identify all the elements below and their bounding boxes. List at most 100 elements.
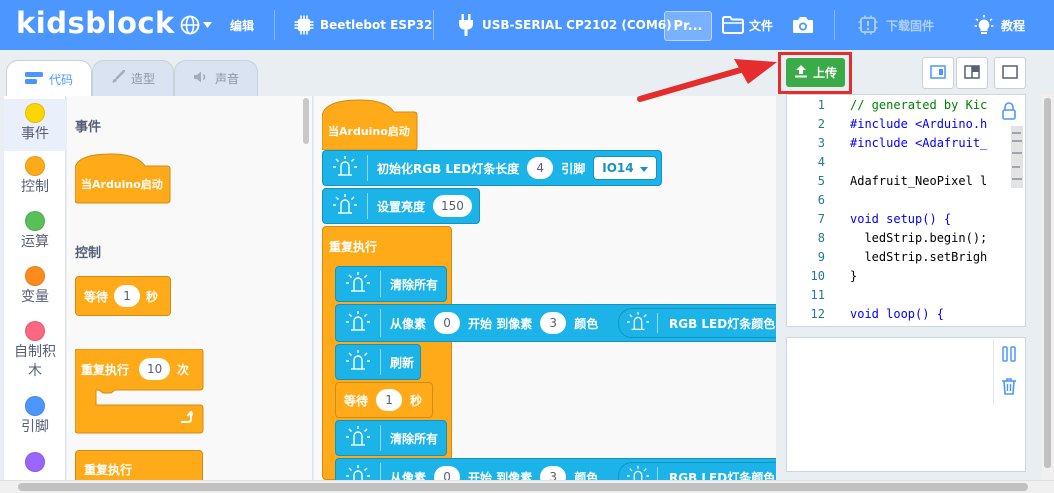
line-number: 8	[817, 231, 825, 245]
code-line: void loop() {	[850, 307, 944, 321]
strip-length-input[interactable]: 4	[527, 157, 554, 179]
port-selector[interactable]: USB-SERIAL CP2102 (COM6)	[458, 0, 672, 50]
palette-hat-block[interactable]: 当Arduino启动	[74, 148, 171, 208]
file-menu-label: 文件	[749, 18, 774, 33]
led-icon	[625, 311, 651, 336]
tab-costumes-label: 造型	[130, 72, 155, 86]
project-title-input[interactable]: Pr...	[664, 11, 712, 41]
board-name: Beetlebot ESP32	[320, 18, 433, 32]
led-icon	[331, 155, 359, 182]
init-led-strip-block[interactable]: 初始化RGB LED灯条长度 4 引脚 IO14	[322, 150, 662, 186]
serial-monitor[interactable]	[786, 337, 1026, 472]
pin-dropdown[interactable]: IO14	[593, 156, 657, 180]
tab-code[interactable]: 代码	[6, 60, 92, 97]
brightness-input[interactable]: 150	[433, 195, 472, 217]
repeat-unit: 次	[177, 363, 190, 377]
chevron-down-icon	[203, 22, 212, 28]
led-strip-color-label: RGB LED灯条颜色	[669, 470, 776, 481]
horizontal-scroll-thumb[interactable]	[18, 483, 1028, 491]
line-number-gutter: 1 2 3 4 5 6 7 8 9 10 11 12	[787, 95, 839, 326]
palette-scrollbar[interactable]	[303, 98, 309, 144]
tab-sounds-label: 声音	[214, 72, 239, 86]
led-icon	[331, 193, 359, 220]
led-strip-color-reporter[interactable]: RGB LED灯条颜色	[618, 308, 776, 338]
firmware-icon	[858, 15, 878, 35]
icon-divider	[657, 467, 658, 480]
color-label: 颜色	[574, 316, 599, 331]
category-color-dot	[25, 211, 45, 231]
edit-menu[interactable]: 编辑	[230, 0, 254, 50]
code-editor[interactable]: 1 2 3 4 5 6 7 8 9 10 11 12 // generated …	[786, 94, 1026, 327]
code-line: ledStrip.setBrigh	[850, 250, 988, 264]
icon-divider	[380, 349, 381, 375]
file-menu[interactable]: 文件	[722, 0, 773, 50]
camera-button[interactable]	[792, 0, 814, 50]
from-pixel-input[interactable]: 0	[434, 312, 461, 334]
line-number: 3	[817, 136, 825, 150]
repeat-value[interactable]: 10	[139, 358, 171, 380]
annotation-arrow	[636, 58, 780, 108]
wait-unit: 秒	[410, 393, 423, 408]
board-selector[interactable]: Beetlebot ESP32	[294, 0, 433, 50]
hat-block-arduino-start[interactable]: 当Arduino启动	[321, 98, 418, 154]
category-my-blocks[interactable]: 自制积木	[4, 319, 66, 387]
line-number: 2	[817, 117, 825, 131]
category-label: 自制积木	[14, 344, 56, 379]
wait-seconds-input[interactable]: 1	[376, 389, 403, 411]
app-logo: kidsblock	[16, 6, 175, 40]
category-label: 引脚	[21, 419, 49, 435]
tab-costumes[interactable]: 造型	[92, 60, 174, 96]
wait-block[interactable]: 等待 1 秒	[335, 382, 433, 418]
palette-hat-label: 当Arduino启动	[81, 178, 163, 191]
set-brightness-block[interactable]: 设置亮度 150	[322, 188, 480, 224]
upload-button[interactable]: 上传	[786, 58, 845, 87]
category-label: 变量	[21, 289, 49, 305]
led-strip-color-reporter[interactable]: RGB LED灯条颜色	[618, 462, 776, 480]
pause-icon[interactable]	[1002, 346, 1016, 366]
palette-forever-block[interactable]: 重复执行	[75, 450, 203, 480]
layout-code-stage-button[interactable]	[922, 57, 954, 89]
category-variables[interactable]: 变量	[4, 264, 66, 316]
category-control[interactable]: 控制	[4, 154, 66, 206]
layout-grid-icon	[964, 64, 980, 83]
upload-label: 上传	[812, 66, 837, 80]
category-more[interactable]	[4, 450, 66, 480]
language-menu[interactable]	[180, 0, 212, 50]
download-firmware-button[interactable]: 下载固件	[858, 0, 934, 50]
tab-sounds[interactable]: 声音	[174, 60, 258, 96]
line-number: 11	[810, 288, 825, 302]
loop-arrow-icon	[179, 410, 196, 429]
code-line: Adafruit_NeoPixel l	[850, 174, 988, 188]
plug-icon	[458, 14, 474, 36]
wait-value[interactable]: 1	[114, 285, 141, 307]
category-pins[interactable]: 引脚	[4, 394, 66, 446]
led-strip-color-label: RGB LED灯条颜色	[669, 316, 776, 331]
divider	[433, 10, 434, 40]
vertical-scroll-thumb[interactable]	[1044, 98, 1051, 468]
from-pixel-input[interactable]: 0	[434, 466, 461, 480]
trash-icon[interactable]	[1001, 377, 1017, 399]
palette-wait-block[interactable]: 等待 1 秒	[75, 276, 171, 316]
tutorial-button[interactable]: 教程	[974, 0, 1025, 50]
edit-menu-label: 编辑	[230, 18, 255, 33]
category-operators[interactable]: 运算	[4, 209, 66, 261]
icon-divider	[367, 193, 368, 219]
category-events[interactable]: 事件	[4, 99, 66, 151]
icon-divider	[380, 271, 381, 297]
led-icon	[344, 271, 372, 298]
layout-small-stage-button[interactable]	[956, 57, 988, 89]
category-color-dot	[25, 396, 45, 416]
script-workspace[interactable]: 当Arduino启动 初始化RGB LED灯条长度 4 引脚 IO14 设置亮度…	[314, 96, 776, 480]
to-pixel-input[interactable]: 3	[540, 312, 567, 334]
refresh-block[interactable]: 刷新	[335, 344, 421, 380]
serial-tools	[993, 339, 1024, 405]
block-palette: 事件 当Arduino启动 控制 等待 1 秒 重复执行 10 次 重复执行	[67, 96, 313, 480]
layout-fullscreen-button[interactable]	[994, 57, 1026, 89]
palette-repeat-block[interactable]: 重复执行 10 次	[74, 348, 204, 441]
clear-all-block[interactable]: 清除所有	[335, 420, 447, 456]
to-pixel-input[interactable]: 3	[540, 466, 567, 480]
lock-icon[interactable]	[1002, 102, 1016, 124]
minimap-line	[1012, 166, 1020, 168]
clear-all-block[interactable]: 清除所有	[335, 266, 447, 302]
line-number: 7	[817, 212, 825, 226]
